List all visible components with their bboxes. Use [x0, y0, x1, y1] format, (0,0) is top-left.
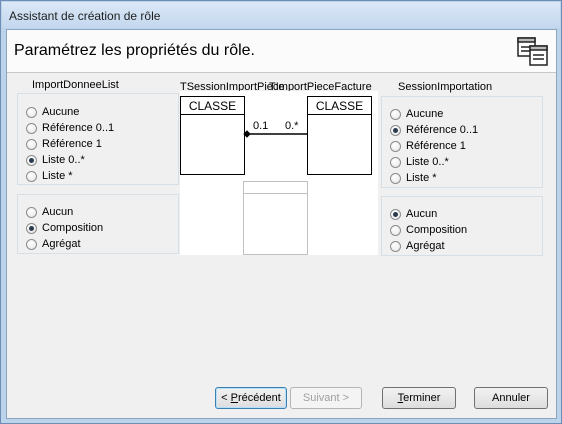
wizard-icon	[517, 37, 548, 66]
wizard-header: Paramétrez les propriétés du rôle.	[7, 30, 556, 73]
page-title: Paramétrez les propriétés du rôle.	[14, 42, 255, 59]
left-multiplicity-label: 0.1	[253, 120, 269, 132]
left-multiplicity-option[interactable]: Référence 1	[26, 136, 102, 152]
window-title: Assistant de création de rôle	[9, 9, 161, 23]
right-role-caption: SessionImportation	[398, 81, 493, 93]
right-aggregation-option[interactable]: Agrégat	[390, 238, 445, 254]
right-multiplicity-option[interactable]: Référence 1	[390, 138, 466, 154]
right-multiplicity-option[interactable]: Aucune	[390, 106, 443, 122]
left-aggregation-group: Aucun Composition Agrégat	[17, 194, 179, 254]
right-multiplicity-option[interactable]: Liste 0..*	[390, 154, 449, 170]
left-aggregation-option[interactable]: Composition	[26, 220, 103, 236]
radio-button[interactable]	[390, 240, 401, 252]
radio-button[interactable]	[26, 238, 37, 250]
left-multiplicity-option[interactable]: Liste *	[26, 168, 73, 184]
previous-button[interactable]: < Précédent	[215, 387, 287, 409]
radio-button[interactable]	[390, 224, 401, 236]
right-multiplicity-option[interactable]: Référence 0..1	[390, 122, 478, 138]
radio-button[interactable]	[390, 172, 401, 184]
radio-button-checked[interactable]	[26, 154, 37, 166]
cancel-button[interactable]: Annuler	[474, 387, 548, 409]
left-aggregation-option[interactable]: Aucun	[26, 204, 73, 220]
finish-button[interactable]: Terminer	[382, 387, 456, 409]
radio-button-checked[interactable]	[390, 124, 401, 136]
wizard-client-area: Paramétrez les propriétés du rôle. Impor…	[6, 29, 557, 419]
radio-button-checked[interactable]	[390, 208, 401, 220]
title-bar[interactable]: Assistant de création de rôle	[2, 2, 560, 28]
next-button[interactable]: Suivant >	[290, 387, 362, 409]
radio-button[interactable]	[26, 106, 37, 118]
right-aggregation-group: Aucun Composition Agrégat	[381, 196, 543, 256]
left-multiplicity-option[interactable]: Liste 0..*	[26, 152, 85, 168]
association-diagram: CLASSE CLASSE 0.1 0.*	[180, 91, 378, 255]
right-multiplicity-option[interactable]: Liste *	[390, 170, 437, 186]
radio-button-checked[interactable]	[26, 222, 37, 234]
right-aggregation-option[interactable]: Composition	[390, 222, 467, 238]
right-multiplicity-label: 0.*	[285, 120, 299, 132]
left-multiplicity-option[interactable]: Aucune	[26, 104, 79, 120]
radio-button[interactable]	[26, 170, 37, 182]
radio-button[interactable]	[26, 122, 37, 134]
right-aggregation-option[interactable]: Aucun	[390, 206, 437, 222]
left-role-caption: ImportDonneeList	[32, 79, 119, 91]
left-multiplicity-group: Aucune Référence 0..1 Référence 1 Liste …	[17, 93, 179, 185]
radio-button[interactable]	[390, 140, 401, 152]
left-multiplicity-option[interactable]: Référence 0..1	[26, 120, 114, 136]
radio-button[interactable]	[390, 108, 401, 120]
association-line	[243, 130, 307, 138]
radio-button[interactable]	[26, 206, 37, 218]
right-multiplicity-group: Aucune Référence 0..1 Référence 1 Liste …	[381, 96, 543, 188]
radio-button[interactable]	[26, 138, 37, 150]
radio-button[interactable]	[390, 156, 401, 168]
left-aggregation-option[interactable]: Agrégat	[26, 236, 81, 252]
wizard-window: Assistant de création de rôle Paramétrez…	[0, 0, 562, 424]
